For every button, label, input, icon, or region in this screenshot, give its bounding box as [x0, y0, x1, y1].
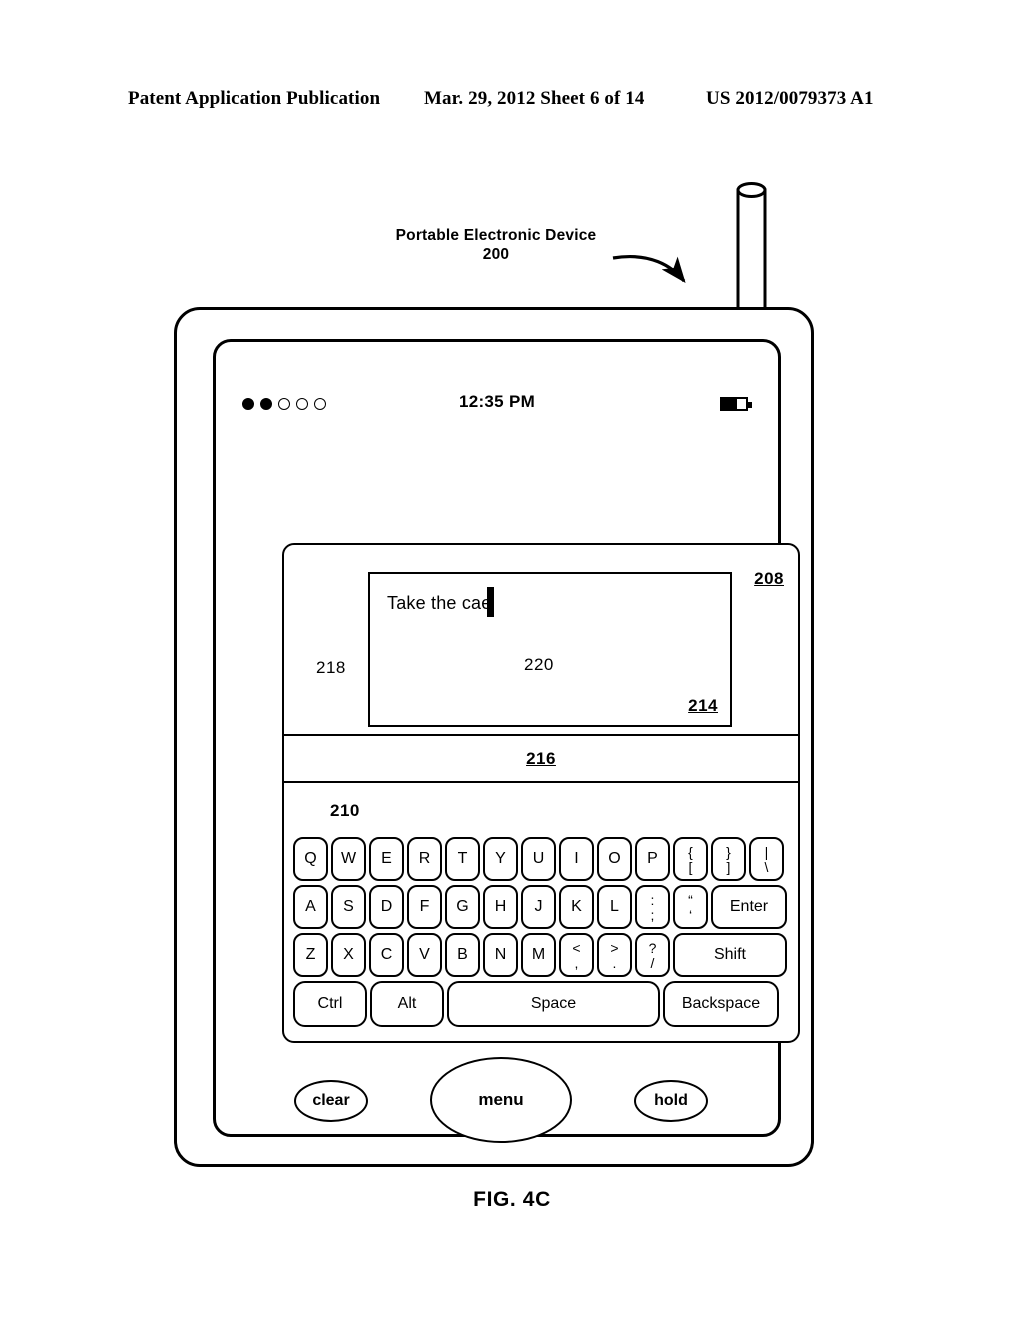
keyboard-row: A S D F G H J K L:; “‘Enter	[293, 885, 793, 929]
hold-button[interactable]: hold	[634, 1080, 708, 1122]
key-a[interactable]: A	[293, 885, 328, 929]
clock-time: 12:35 PM	[458, 392, 536, 411]
hardware-button-row: clear menu hold	[216, 1057, 784, 1143]
virtual-keyboard[interactable]: Q W E R T Y U I O P{[}] | \ A S D F G H J K L:; “‘Enter Z X C V B N…	[293, 837, 793, 1029]
text-entry-box[interactable]: Take the cae 214	[368, 572, 732, 727]
portable-electronic-device: 12:35 PM 208 Take the cae 214 218 220 21…	[174, 307, 814, 1167]
key-;[interactable]: :;	[635, 885, 670, 929]
figure-caption: FIG. 4C	[473, 1188, 551, 1211]
device-callout-title: Portable Electronic Device	[395, 227, 597, 244]
key-base-label: ,	[574, 954, 579, 971]
key-d[interactable]: D	[369, 885, 404, 929]
key-f[interactable]: F	[407, 885, 442, 929]
key-.[interactable]: >.	[597, 933, 632, 977]
key-backspace[interactable]: Backspace	[663, 981, 779, 1027]
key-][interactable]: }]	[711, 837, 746, 881]
touchscreen-panel[interactable]: 208 Take the cae 214 218 220 216 210 QWE…	[282, 543, 800, 1043]
key-r[interactable]: R	[407, 837, 442, 881]
key-w[interactable]: W	[331, 837, 366, 881]
key-base-label: \	[764, 858, 769, 875]
key-enter[interactable]: Enter	[711, 885, 787, 929]
key-y[interactable]: Y	[483, 837, 518, 881]
key-q[interactable]: Q	[293, 837, 328, 881]
key-m[interactable]: M	[521, 933, 556, 977]
publication-date-sheet: Mar. 29, 2012 Sheet 6 of 14	[424, 88, 645, 109]
key-shifted-label: >	[610, 939, 619, 956]
key-shifted-label: {	[688, 843, 693, 860]
publication-number: US 2012/0079373 A1	[706, 88, 874, 109]
key-base-label: /	[650, 954, 655, 971]
device-front-face: 12:35 PM 208 Take the cae 214 218 220 21…	[213, 339, 800, 1143]
key-x[interactable]: X	[331, 933, 366, 977]
key-i[interactable]: I	[559, 837, 594, 881]
reference-numeral-218: 218	[316, 658, 346, 677]
candidate-suggestion-bar[interactable]: 216	[284, 736, 798, 783]
key-base-label: ]	[726, 858, 731, 875]
status-bar: 12:35 PM	[216, 390, 778, 424]
display-region: Take the cae 214 218 220	[284, 545, 798, 736]
key-l[interactable]: L	[597, 885, 632, 929]
key-v[interactable]: V	[407, 933, 442, 977]
key-u[interactable]: U	[521, 837, 556, 881]
key-base-label: ;	[650, 906, 655, 923]
reference-numeral-214: 214	[688, 696, 718, 715]
key-shifted-label: “	[688, 891, 693, 908]
virtual-keyboard-region: 210 Q W E R T Y U I O P{[}] | \ A S D F G H J K L:; “‘Enter Z X…	[284, 783, 798, 1042]
entered-text: Take the cae	[387, 593, 492, 613]
key-base-label: ‘	[688, 906, 693, 923]
page-header: Patent Application Publication Mar. 29, …	[0, 88, 1024, 116]
key-k[interactable]: K	[559, 885, 594, 929]
key-[[interactable]: {[	[673, 837, 708, 881]
key-shifted-label: :	[650, 891, 655, 908]
key-b[interactable]: B	[445, 933, 480, 977]
key-z[interactable]: Z	[293, 933, 328, 977]
key-e[interactable]: E	[369, 837, 404, 881]
key-j[interactable]: J	[521, 885, 556, 929]
key-p[interactable]: P	[635, 837, 670, 881]
key-g[interactable]: G	[445, 885, 480, 929]
key-\[interactable]: | \	[749, 837, 784, 881]
reference-numeral-220: 220	[524, 655, 554, 674]
key-shifted-label: }	[726, 843, 731, 860]
device-callout-arrow	[612, 255, 686, 283]
key-shifted-label: |	[764, 843, 769, 860]
key-s[interactable]: S	[331, 885, 366, 929]
reference-numeral-210: 210	[330, 801, 360, 820]
key-shifted-label: ?	[648, 939, 657, 956]
antenna-icon	[736, 182, 767, 327]
key-o[interactable]: O	[597, 837, 632, 881]
reference-numeral-216: 216	[526, 748, 556, 768]
key-c[interactable]: C	[369, 933, 404, 977]
key-,[interactable]: <,	[559, 933, 594, 977]
key-‘[interactable]: “‘	[673, 885, 708, 929]
device-callout-label: Portable Electronic Device 200	[381, 226, 611, 264]
key-base-label: .	[612, 954, 617, 971]
battery-icon	[720, 397, 752, 411]
key-base-label: [	[688, 858, 693, 875]
text-cursor	[487, 587, 494, 617]
clear-button[interactable]: clear	[294, 1080, 368, 1122]
key-n[interactable]: N	[483, 933, 518, 977]
key-/[interactable]: ? /	[635, 933, 670, 977]
key-space[interactable]: Space	[447, 981, 660, 1027]
menu-button[interactable]: menu	[430, 1057, 572, 1143]
keyboard-row: Q W E R T Y U I O P{[}] | \	[293, 837, 793, 881]
key-shift[interactable]: Shift	[673, 933, 787, 977]
publication-label: Patent Application Publication	[128, 88, 381, 109]
keyboard-row: Z X C V B N M <, >.? / Shift	[293, 933, 793, 977]
device-callout-number: 200	[482, 246, 510, 263]
keyboard-row: Ctrl Alt Space Backspace	[293, 981, 793, 1027]
key-shifted-label: <	[572, 939, 581, 956]
key-t[interactable]: T	[445, 837, 480, 881]
key-h[interactable]: H	[483, 885, 518, 929]
key-alt[interactable]: Alt	[370, 981, 444, 1027]
key-ctrl[interactable]: Ctrl	[293, 981, 367, 1027]
